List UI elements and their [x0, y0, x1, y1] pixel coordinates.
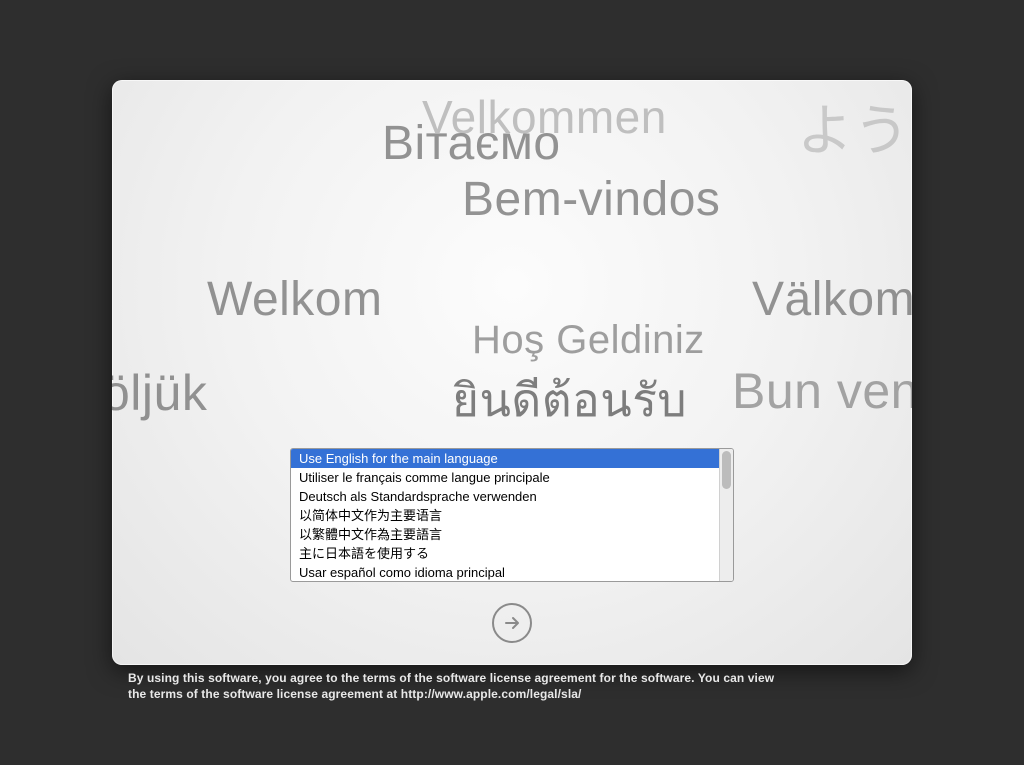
welcome-word: Вітаємо: [382, 116, 561, 171]
scrollbar-thumb[interactable]: [722, 451, 731, 489]
welcome-word: ようこ: [797, 86, 912, 167]
welcome-word: öljük: [112, 364, 207, 422]
arrow-right-icon: [502, 613, 522, 633]
welcome-word: Bun ven: [732, 362, 912, 420]
welcome-word: Velkommen: [422, 90, 667, 144]
language-option[interactable]: Utiliser le français comme langue princi…: [291, 468, 719, 487]
language-option[interactable]: Use English for the main language: [291, 449, 719, 468]
scrollbar-track[interactable]: [719, 449, 733, 581]
language-option[interactable]: 以繁體中文作為主要語言: [291, 525, 719, 544]
welcome-word: Bem-vindos: [462, 172, 720, 227]
legal-text: By using this software, you agree to the…: [128, 670, 928, 702]
welcome-panel: Velkommen Вітаємо Bem-vindos ようこ Welkom …: [112, 80, 912, 665]
legal-line: the terms of the software license agreem…: [128, 686, 928, 702]
welcome-word: Välkomm: [752, 272, 912, 327]
language-items: Use English for the main language Utilis…: [291, 449, 719, 581]
welcome-word: Hoş Geldiniz: [472, 318, 705, 363]
language-list[interactable]: Use English for the main language Utilis…: [290, 448, 734, 582]
language-option[interactable]: Usar español como idioma principal: [291, 563, 719, 581]
welcome-word: ยินดีต้อนรับ: [452, 364, 687, 437]
language-option[interactable]: 主に日本語を使用する: [291, 544, 719, 563]
welcome-word: Welkom: [207, 272, 382, 327]
continue-button[interactable]: [492, 603, 532, 643]
legal-line: By using this software, you agree to the…: [128, 670, 928, 686]
language-option[interactable]: Deutsch als Standardsprache verwenden: [291, 487, 719, 506]
language-option[interactable]: 以简体中文作为主要语言: [291, 506, 719, 525]
